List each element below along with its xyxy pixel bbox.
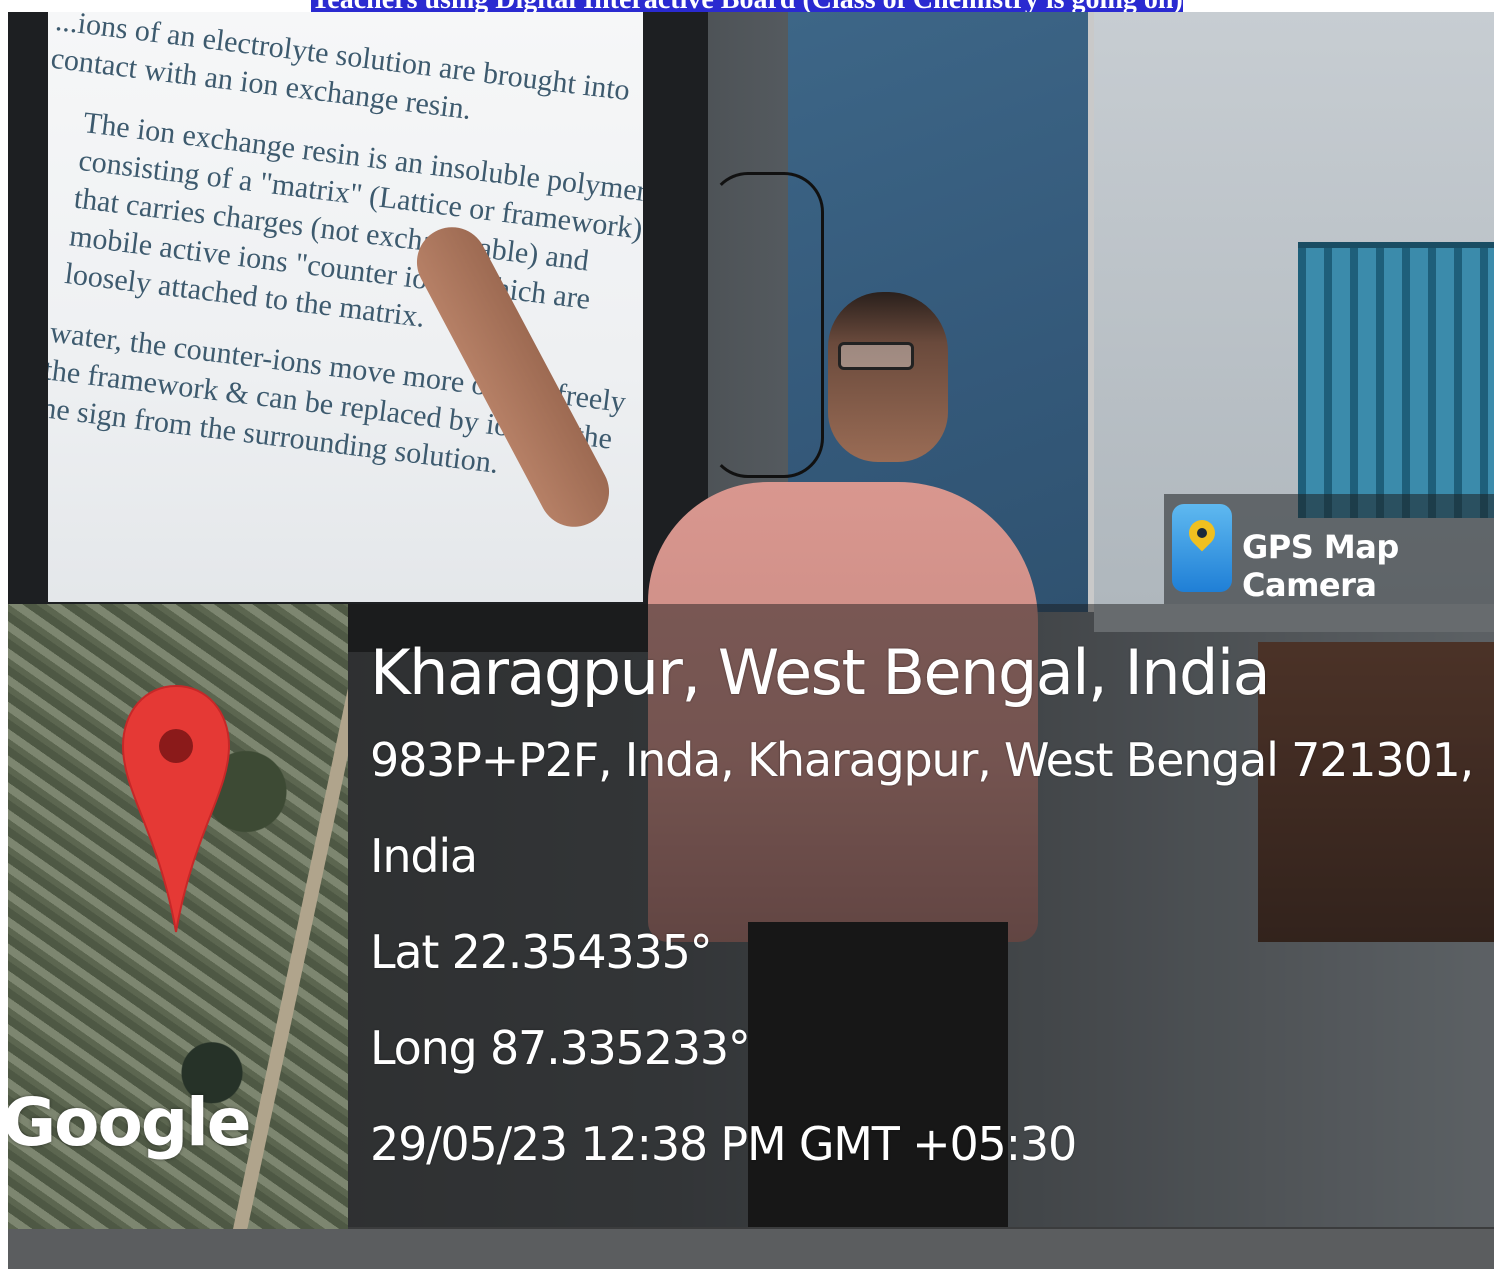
satellite-map-thumbnail: Google bbox=[8, 604, 348, 1229]
gps-app-badge: GPS Map Camera bbox=[1164, 494, 1494, 604]
map-pin-icon bbox=[121, 684, 231, 933]
location-longitude: Long 87.335233° bbox=[370, 1021, 751, 1075]
app-pin-dot bbox=[1197, 528, 1207, 538]
classroom-photo: ...ions of an electrolyte solution are b… bbox=[8, 12, 1494, 1269]
caption-part-board: Digital Interactive Board bbox=[495, 0, 803, 12]
interactive-board: ...ions of an electrolyte solution are b… bbox=[8, 12, 708, 652]
location-country: India bbox=[370, 829, 478, 883]
location-timestamp: 29/05/23 12:38 PM GMT +05:30 bbox=[370, 1117, 1077, 1171]
window-grille bbox=[1298, 242, 1494, 518]
classroom-floor bbox=[8, 1227, 1494, 1269]
gps-app-name: GPS Map Camera bbox=[1242, 528, 1399, 604]
location-city: Kharagpur, West Bengal, India bbox=[370, 636, 1271, 709]
teacher-head bbox=[828, 292, 948, 462]
caption-part-teachers: Teachers using bbox=[311, 0, 496, 12]
caption-part-class: (Class of Chemistry is going on) bbox=[802, 0, 1183, 12]
glasses-icon bbox=[838, 342, 914, 370]
gps-map-camera-icon bbox=[1172, 504, 1232, 592]
location-details: Kharagpur, West Bengal, India 983P+P2F, … bbox=[370, 634, 1474, 1192]
board-cable bbox=[708, 172, 824, 478]
google-logo: Google bbox=[8, 1084, 251, 1161]
photo-caption: Teachers using Digital Interactive Board… bbox=[0, 0, 1494, 12]
location-latitude: Lat 22.354335° bbox=[370, 925, 713, 979]
location-address: 983P+P2F, Inda, Kharagpur, West Bengal 7… bbox=[370, 733, 1474, 787]
gps-info-panel: Google Kharagpur, West Bengal, India 983… bbox=[8, 604, 1494, 1229]
